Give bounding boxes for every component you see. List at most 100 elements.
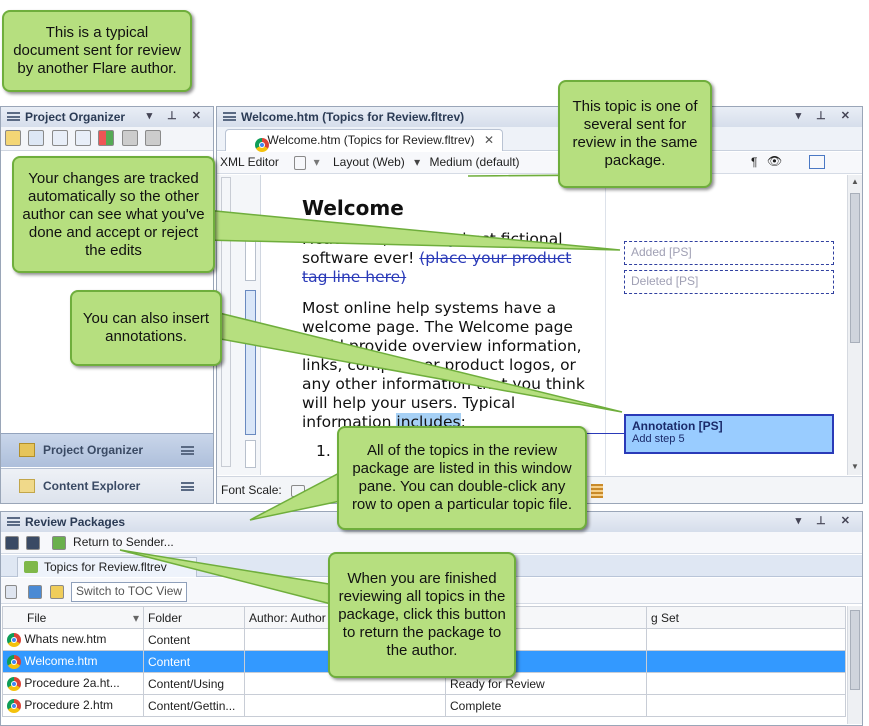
document-icon[interactable] [294, 155, 307, 170]
callout-topics-listed: All of the topics in the review package … [337, 426, 587, 530]
open-folder-icon[interactable] [5, 130, 21, 146]
column-header-folder[interactable]: Folder [143, 606, 245, 629]
tab-welcome[interactable]: Welcome.htm (Topics for Review.fltrev) ✕ [225, 129, 503, 152]
medium-dropdown[interactable]: Medium (default) [430, 155, 520, 169]
layout-dropdown[interactable]: Layout (Web) [333, 155, 405, 169]
new-folder-icon[interactable] [145, 130, 162, 146]
ruler-icon[interactable] [591, 484, 603, 498]
nav-item-label: Project Organizer [43, 443, 144, 457]
grip-icon [7, 112, 20, 121]
return-to-sender-icon[interactable] [51, 535, 66, 550]
dropdown-arrow-icon[interactable]: ▾ [314, 155, 320, 169]
folder-cell[interactable]: Content [143, 650, 245, 673]
blank-cell[interactable] [646, 628, 846, 651]
grip-icon [223, 112, 236, 121]
xml-editor-label[interactable]: XML Editor [220, 155, 279, 169]
chrome-icon [7, 632, 21, 647]
review-packages-toolbar: Return to Sender... [1, 532, 862, 554]
nav-item-label: Content Explorer [43, 479, 141, 493]
blank-cell[interactable] [646, 650, 846, 673]
file-name: Whats new.htm [24, 632, 107, 647]
file-name: Procedure 2.htm [24, 698, 114, 713]
zoom-slider-icon[interactable] [291, 484, 306, 497]
content-explorer-icon [19, 479, 35, 493]
callout-return-sender: When you are finished reviewing all topi… [328, 552, 516, 678]
list-icon[interactable] [5, 585, 17, 599]
folder-cell[interactable]: Content/Gettin... [143, 694, 245, 717]
paragraph-tagline[interactable]: FictionSoft, the very best fictional sof… [302, 230, 592, 287]
accept-icon[interactable] [28, 585, 43, 599]
structure-bracket-ol[interactable] [245, 440, 256, 468]
nav-item-content-explorer[interactable]: Content Explorer [1, 468, 213, 503]
paragraph-welcome[interactable]: Most online help systems have a welcome … [302, 299, 592, 432]
file-cell[interactable]: Welcome.htm [2, 650, 144, 673]
package-tab-label: Topics for Review.fltrev [44, 560, 167, 574]
column-header-status[interactable]: g Set [646, 606, 846, 629]
table-row[interactable]: Procedure 2.htm Content/Gettin... Comple… [2, 694, 846, 717]
panel-window-buttons[interactable]: ▾ ⊥ ✕ [796, 109, 856, 122]
annotation-box[interactable]: Annotation [PS] Add step 5 [624, 414, 834, 454]
callout-one-of-several: This topic is one of several sent for re… [558, 80, 712, 188]
return-to-sender-button[interactable]: Return to Sender... [73, 535, 174, 549]
scroll-down-arrow[interactable]: ▼ [851, 462, 859, 471]
save-all-icon[interactable] [26, 535, 41, 550]
grip-icon [7, 517, 20, 526]
added-change-box[interactable]: Added [PS] [624, 241, 834, 265]
scroll-thumb[interactable] [850, 610, 860, 690]
structure-bracket-p-selected[interactable] [245, 290, 256, 435]
scroll-thumb[interactable] [850, 193, 860, 343]
structure-bracket-p[interactable] [245, 221, 256, 281]
file-cell[interactable]: Procedure 2.htm [2, 694, 144, 717]
status-cell[interactable]: Complete [445, 694, 647, 717]
chevron-down-icon[interactable]: ▾ [414, 155, 420, 169]
column-header-file[interactable]: File ▾ [2, 606, 144, 629]
structure-bar[interactable] [217, 175, 261, 475]
structure-bracket-body[interactable] [221, 177, 231, 467]
grid-icon[interactable] [98, 130, 115, 146]
folder-icon[interactable] [49, 585, 64, 599]
editor-window-title: Welcome.htm (Topics for Review.fltrev) [241, 110, 465, 124]
annotation-text: Add step 5 [632, 433, 685, 445]
editor-vertical-scrollbar[interactable]: ▲ ▼ [847, 175, 862, 475]
chrome-icon [7, 698, 21, 713]
deleted-change-box[interactable]: Deleted [PS] [624, 270, 834, 294]
project-organizer-title: Project Organizer [25, 110, 126, 124]
author-cell[interactable] [244, 694, 446, 717]
eye-icon[interactable]: 👁 [767, 154, 782, 168]
panel-icon[interactable] [28, 130, 45, 146]
panel-window-buttons[interactable]: ▾ ⊥ ✕ [147, 109, 207, 122]
switch-to-toc-view-input[interactable]: Switch to TOC View [71, 582, 188, 602]
page-heading[interactable]: Welcome [302, 198, 592, 218]
menu-icon[interactable] [181, 446, 194, 455]
change-margin-divider [605, 175, 606, 475]
package-icon [24, 561, 38, 573]
sort-arrow-icon[interactable]: ▾ [133, 611, 139, 625]
close-icon[interactable]: ✕ [484, 133, 494, 147]
menu-icon[interactable] [181, 482, 194, 491]
panel-window-buttons[interactable]: ▾ ⊥ ✕ [796, 514, 856, 527]
font-scale-label: Font Scale: [221, 483, 282, 497]
expand-icon[interactable] [51, 130, 68, 146]
file-cell[interactable]: Whats new.htm [2, 628, 144, 651]
save-icon[interactable] [5, 535, 19, 550]
chrome-icon [7, 676, 21, 691]
folder-icon [19, 443, 35, 457]
folder-cell[interactable]: Content/Using [143, 672, 245, 695]
show-icon[interactable] [809, 155, 825, 169]
tab-topics-for-review[interactable]: Topics for Review.fltrev [17, 557, 197, 577]
content-column: Welcome FictionSoft, the very best ficti… [302, 198, 592, 461]
folder-cell[interactable]: Content [143, 628, 245, 651]
sync-icon[interactable] [121, 130, 138, 146]
paragraph-mark-icon[interactable]: ¶ [751, 155, 757, 169]
editor-tab-strip: Welcome.htm (Topics for Review.fltrev) ✕ [217, 127, 862, 152]
collapse-icon[interactable] [75, 130, 92, 146]
project-organizer-toolbar [1, 127, 213, 151]
nav-item-project-organizer[interactable]: Project Organizer [1, 433, 213, 467]
scroll-up-arrow[interactable]: ▲ [851, 177, 859, 186]
table-vertical-scrollbar[interactable] [847, 606, 862, 724]
blank-cell[interactable] [646, 672, 846, 695]
file-cell[interactable]: Procedure 2a.ht... [2, 672, 144, 695]
para-text: FictionSoft, the [302, 230, 424, 248]
blank-cell[interactable] [646, 694, 846, 717]
review-packages-title: Review Packages [25, 515, 126, 529]
